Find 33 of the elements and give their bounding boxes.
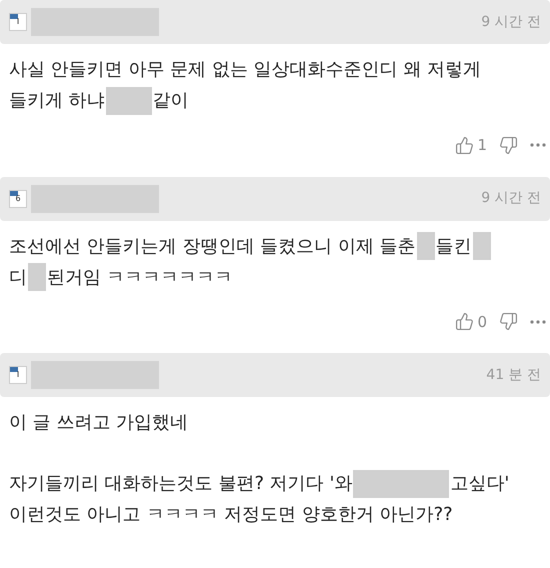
comment-text: 디 (9, 266, 27, 290)
comment-text: 들키게 하냐 (9, 89, 105, 113)
thumbs-up-icon (455, 312, 474, 332)
redaction-block (106, 86, 152, 114)
thumbs-down-icon (499, 312, 518, 332)
redaction-block (472, 232, 491, 260)
avatar-icon: I (9, 13, 27, 31)
redaction-block (416, 232, 435, 260)
dislike-button[interactable] (499, 312, 518, 332)
like-button[interactable]: 1 (455, 134, 487, 156)
more-button[interactable] (530, 143, 546, 148)
more-icon (530, 143, 546, 148)
like-button[interactable]: 0 (455, 310, 487, 333)
redaction-block (28, 263, 46, 291)
comment-text: 자기들끼리 대화하는것도 불편? 저기다 '와 (9, 472, 352, 496)
comment-text: 이 글 쓰려고 가입했네 (9, 411, 188, 435)
comment-time: 9 시간 전 (481, 12, 541, 32)
comment-text: 들킨 (436, 234, 472, 258)
avatar-icon: I (9, 366, 27, 384)
comment-text: 같이 (152, 89, 189, 113)
comment-text: 사실 안들키면 아무 문제 없는 일상대화수준인디 왜 저렇게 (9, 58, 482, 82)
more-button[interactable] (530, 320, 546, 324)
comment-text: 조선에선 안들키는게 장땡인데 들켰으니 이제 들춘 (9, 234, 416, 258)
comment-text: 이런것도 아니고 ㅋㅋㅋㅋ 저정도면 양호한거 아닌가?? (9, 503, 453, 527)
comment-text: 고싶다' (450, 472, 510, 496)
comment-text: 된거임 ㅋㅋㅋㅋㅋㅋㅋ (47, 266, 233, 290)
comment-time: 9 시간 전 (481, 189, 541, 208)
thumbs-down-icon (499, 136, 518, 155)
comment-time: 41 분 전 (486, 366, 541, 384)
thumbs-up-icon (455, 136, 474, 155)
avatar-icon: 6 (9, 190, 27, 208)
more-icon (530, 320, 546, 324)
dislike-button[interactable] (499, 136, 518, 155)
